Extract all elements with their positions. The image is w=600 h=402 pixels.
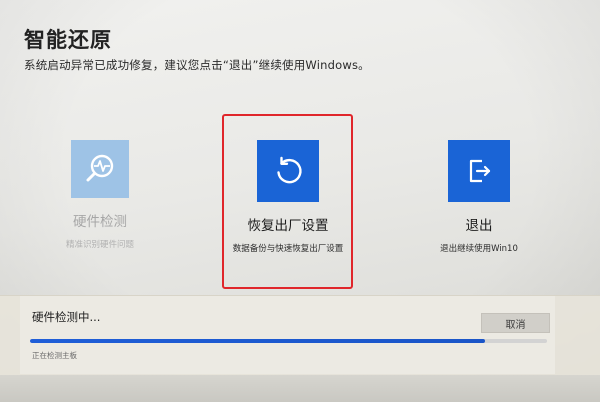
option-hardware-check-label: 硬件检测 <box>73 214 127 230</box>
selection-highlight-box <box>222 114 353 289</box>
cancel-button[interactable]: 取消 <box>481 313 550 333</box>
option-exit[interactable]: 退出 退出继续使用Win10 <box>414 140 544 254</box>
page-subtitle: 系统启动异常已成功修复，建议您点击“退出”继续使用Windows。 <box>24 58 370 72</box>
option-exit-label: 退出 <box>465 218 493 234</box>
progress-status: 正在检测主板 <box>32 351 77 360</box>
page-title: 智能还原 <box>24 28 112 52</box>
exit-icon <box>448 140 510 202</box>
option-hardware-check-desc: 精准识别硬件问题 <box>65 240 134 250</box>
progress-bar <box>30 339 547 343</box>
progress-panel: 硬件检测中... 取消 正在检测主板 <box>0 295 600 376</box>
option-hardware-check[interactable]: 硬件检测 精准识别硬件问题 <box>40 140 160 250</box>
hardware-scan-icon <box>71 140 129 198</box>
progress-bar-fill <box>30 339 485 343</box>
option-exit-desc: 退出继续使用Win10 <box>440 244 518 254</box>
progress-title: 硬件检测中... <box>32 310 101 324</box>
progress-panel-body: 硬件检测中... 取消 正在检测主板 <box>20 296 555 374</box>
bottom-edge <box>0 375 600 402</box>
